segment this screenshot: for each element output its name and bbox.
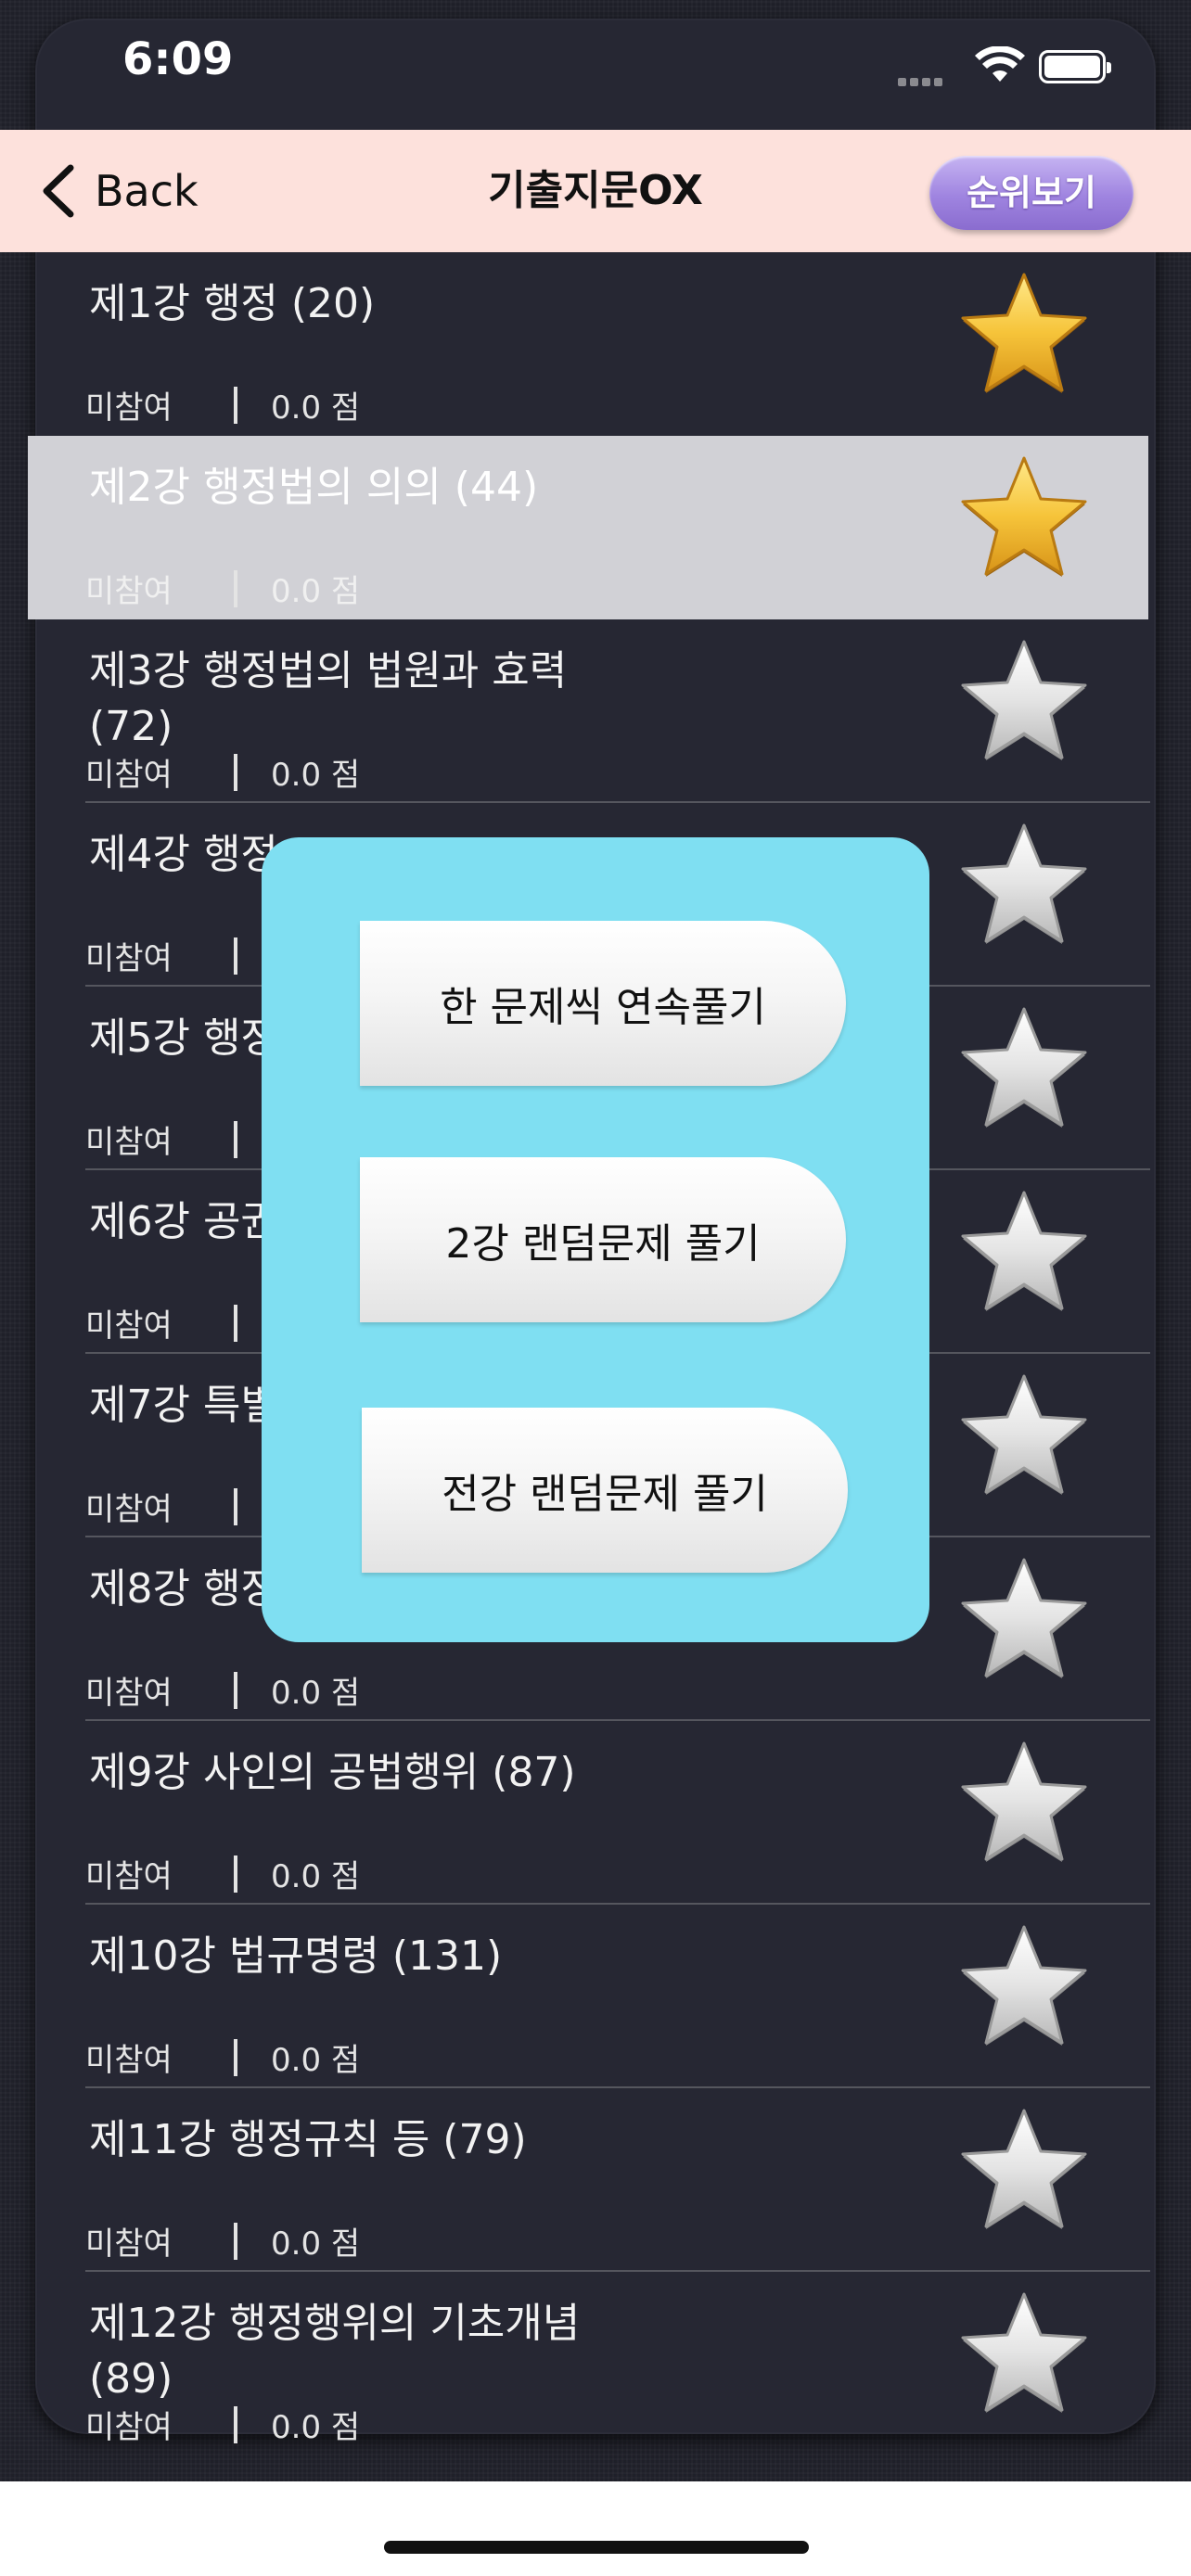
participation-status: 미참여 [85, 389, 173, 427]
gold-star-icon[interactable] [955, 269, 1093, 401]
lesson-title: 제9강 사인의 공법행위 (87) [89, 1749, 576, 1796]
participation-status: 미참여 [85, 2225, 173, 2263]
participation-status: 미참여 [85, 940, 173, 977]
lesson-random-solve-button[interactable]: 2강 랜덤문제 풀기 [360, 1157, 846, 1322]
sequential-solve-button[interactable]: 한 문제씩 연속풀기 [360, 921, 846, 1086]
lesson-score: 0.0 점 [271, 1858, 361, 1895]
lesson-meta: 미참여 0.0 점 [85, 382, 360, 427]
lesson-meta: 미참여 0.0 점 [85, 566, 360, 611]
bottom-safe-area [0, 2481, 1191, 2576]
silver-star-icon[interactable] [955, 1554, 1093, 1686]
silver-star-icon[interactable] [955, 2105, 1093, 2237]
solve-mode-popup: 한 문제씩 연속풀기 2강 랜덤문제 풀기 전강 랜덤문제 풀기 [262, 837, 929, 1642]
lesson-title: 제10강 법규명령 (131) [89, 1932, 503, 1980]
lesson-title: 제11강 행정규칙 등 (79) [89, 2116, 527, 2163]
status-time: 6:09 [122, 33, 234, 85]
lesson-meta: 미참여 0.0 점 [85, 2034, 360, 2080]
participation-status: 미참여 [85, 1858, 173, 1895]
lesson-title: 제2강 행정법의 의의 (44) [89, 464, 539, 511]
lesson-score: 0.0 점 [271, 573, 361, 610]
meta-divider [234, 386, 237, 424]
lesson-meta: 미참여 0.0 점 [85, 749, 360, 795]
participation-status: 미참여 [85, 1675, 173, 1712]
lesson-row[interactable]: 제2강 행정법의 의의 (44) 미참여 0.0 점 [0, 436, 1191, 619]
meta-divider [234, 2038, 237, 2076]
chevron-left-icon [43, 164, 74, 218]
silver-star-icon[interactable] [955, 1187, 1093, 1319]
back-label: Back [95, 166, 198, 216]
meta-divider [234, 2405, 237, 2443]
lesson-title: 제1강 행정 (20) [89, 280, 376, 327]
navigation-bar: 기출지문OX Back 순위보기 [0, 130, 1191, 252]
lesson-score: 0.0 점 [271, 2409, 361, 2446]
meta-divider [234, 2222, 237, 2260]
lesson-meta: 미참여 0.0 점 [85, 1851, 360, 1896]
back-button[interactable]: Back [33, 130, 198, 252]
lesson-meta: 미참여 0.0 점 [85, 1667, 360, 1713]
silver-star-icon[interactable] [955, 1371, 1093, 1502]
wifi-icon [975, 46, 1025, 82]
participation-status: 미참여 [85, 1491, 173, 1528]
participation-status: 미참여 [85, 2409, 173, 2446]
silver-star-icon[interactable] [955, 1003, 1093, 1135]
participation-status: 미참여 [85, 1124, 173, 1161]
meta-divider [234, 937, 237, 975]
lesson-meta: 미참여 0.0 점 [85, 2218, 360, 2264]
lesson-row[interactable]: 제9강 사인의 공법행위 (87) 미참여 0.0 점 [0, 1721, 1191, 1905]
lesson-score: 0.0 점 [271, 389, 361, 427]
silver-star-icon[interactable] [955, 820, 1093, 951]
lesson-score: 0.0 점 [271, 2042, 361, 2079]
participation-status: 미참여 [85, 1307, 173, 1345]
lesson-score: 0.0 점 [271, 757, 361, 794]
lesson-meta: 미참여 0.0 점 [85, 2402, 360, 2447]
silver-star-icon[interactable] [955, 1738, 1093, 1869]
participation-status: 미참여 [85, 757, 173, 794]
meta-divider [234, 753, 237, 791]
status-bar: 6:09 [0, 0, 1191, 130]
silver-star-icon[interactable] [955, 2289, 1093, 2420]
meta-divider [234, 569, 237, 607]
lesson-score: 0.0 점 [271, 1675, 361, 1712]
meta-divider [234, 1120, 237, 1158]
lesson-row[interactable]: 제12강 행정행위의 기초개념 (89) 미참여 0.0 점 [0, 2272, 1191, 2455]
meta-divider [234, 1304, 237, 1342]
meta-divider [234, 1855, 237, 1893]
lesson-row[interactable]: 제3강 행정법의 법원과 효력 (72) 미참여 0.0 점 [0, 619, 1191, 803]
participation-status: 미참여 [85, 2042, 173, 2079]
lesson-title: 제3강 행정법의 법원과 효력 (72) [89, 647, 568, 750]
silver-star-icon[interactable] [955, 636, 1093, 768]
silver-star-icon[interactable] [955, 1921, 1093, 2053]
lesson-title: 제12강 행정행위의 기초개념 (89) [89, 2300, 581, 2403]
lesson-row[interactable]: 제10강 법규명령 (131) 미참여 0.0 점 [0, 1905, 1191, 2088]
lesson-row[interactable]: 제1강 행정 (20) 미참여 0.0 점 [0, 252, 1191, 436]
battery-icon [1039, 50, 1111, 83]
meta-divider [234, 1487, 237, 1525]
home-indicator[interactable] [384, 2541, 809, 2554]
participation-status: 미참여 [85, 573, 173, 610]
gold-star-icon[interactable] [955, 453, 1093, 584]
signal-icon [898, 72, 946, 90]
all-lessons-random-solve-button[interactable]: 전강 랜덤문제 풀기 [362, 1408, 848, 1573]
meta-divider [234, 1671, 237, 1709]
lesson-row[interactable]: 제11강 행정규칙 등 (79) 미참여 0.0 점 [0, 2088, 1191, 2272]
lesson-score: 0.0 점 [271, 2225, 361, 2263]
ranking-button[interactable]: 순위보기 [929, 156, 1133, 230]
